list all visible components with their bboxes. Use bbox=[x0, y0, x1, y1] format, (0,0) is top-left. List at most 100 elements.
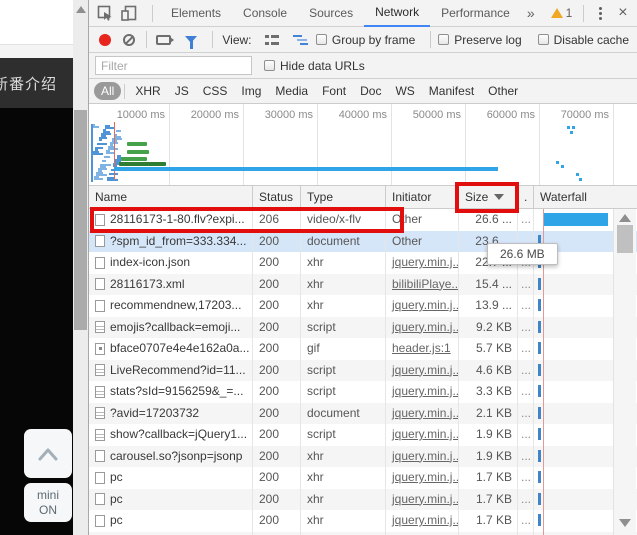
table-row[interactable]: pc 200 xhr jquery.min.j... 1.7 KB ... bbox=[89, 467, 637, 489]
table-row[interactable]: 28116173.xml 200 xhr bilibiliPlaye... 15… bbox=[89, 274, 637, 296]
file-icon bbox=[95, 321, 105, 333]
device-toolbar-icon[interactable] bbox=[121, 5, 137, 21]
request-initiator[interactable]: jquery.min.j... bbox=[386, 446, 459, 468]
request-initiator: Other bbox=[386, 231, 459, 253]
request-status: 200 bbox=[253, 231, 301, 253]
tab-performance[interactable]: Performance bbox=[430, 0, 521, 27]
column-header-initiator[interactable]: Initiator bbox=[386, 186, 459, 208]
column-header-name[interactable]: Name bbox=[89, 186, 253, 208]
type-filter-js[interactable]: JS bbox=[168, 82, 196, 100]
timeline-green-bar bbox=[119, 162, 166, 166]
table-row[interactable]: show?callback=jQuery1... 200 script jque… bbox=[89, 424, 637, 446]
type-filter-other[interactable]: Other bbox=[481, 82, 525, 100]
type-filter-ws[interactable]: WS bbox=[388, 82, 421, 100]
request-initiator[interactable]: jquery.min.j... bbox=[386, 403, 459, 425]
request-initiator[interactable]: jquery.min.j... bbox=[386, 317, 459, 339]
sort-desc-icon bbox=[494, 194, 504, 200]
request-initiator[interactable]: jquery.min.j... bbox=[386, 467, 459, 489]
request-initiator[interactable]: jquery.min.j... bbox=[386, 295, 459, 317]
record-icon[interactable] bbox=[99, 34, 111, 46]
type-filter-doc[interactable]: Doc bbox=[353, 82, 388, 100]
column-header-time[interactable]: . bbox=[518, 186, 534, 208]
inspect-element-icon[interactable] bbox=[97, 5, 113, 21]
mini-player-toggle[interactable]: mini ON bbox=[24, 483, 72, 522]
timeline-tick-label: 40000 ms bbox=[323, 109, 387, 121]
table-scrollbar[interactable] bbox=[613, 209, 636, 535]
group-by-frame-checkbox[interactable] bbox=[316, 34, 327, 45]
capture-screenshots-icon[interactable] bbox=[156, 35, 172, 45]
request-size: 2.1 KB bbox=[459, 403, 518, 425]
tab-sources[interactable]: Sources bbox=[298, 0, 364, 27]
page-scrollbar-thumb[interactable] bbox=[74, 110, 87, 330]
request-initiator[interactable]: jquery.min.j... bbox=[386, 360, 459, 382]
file-icon bbox=[95, 214, 105, 226]
clear-icon[interactable] bbox=[123, 34, 135, 46]
network-overview-timeline[interactable]: 10000 ms20000 ms30000 ms40000 ms50000 ms… bbox=[89, 104, 637, 186]
table-row[interactable]: carousel.so?jsonp=jsonp 200 xhr jquery.m… bbox=[89, 446, 637, 468]
table-scrollbar-thumb[interactable] bbox=[617, 225, 633, 253]
table-row[interactable]: LiveRecommend?id=11... 200 script jquery… bbox=[89, 360, 637, 382]
tab-elements[interactable]: Elements bbox=[160, 0, 232, 27]
request-size: 4.6 KB bbox=[459, 360, 518, 382]
file-icon bbox=[95, 472, 105, 484]
type-filter-css[interactable]: CSS bbox=[196, 82, 235, 100]
type-filter-all[interactable]: All bbox=[94, 82, 121, 100]
table-row[interactable]: bface0707e4e4e162a0a... 200 gif header.j… bbox=[89, 338, 637, 360]
type-filter-img[interactable]: Img bbox=[234, 82, 268, 100]
console-warning-badge[interactable]: 1 bbox=[547, 6, 577, 20]
column-header-size[interactable]: Size bbox=[459, 186, 518, 208]
timeline-request-mark bbox=[97, 143, 107, 145]
waterfall-tick bbox=[538, 342, 541, 354]
column-header-status[interactable]: Status bbox=[253, 186, 301, 208]
request-name: LiveRecommend?id=11... bbox=[110, 360, 246, 381]
tab-console[interactable]: Console bbox=[232, 0, 298, 27]
request-initiator[interactable]: jquery.min.j... bbox=[386, 532, 459, 535]
column-header-waterfall[interactable]: Waterfall bbox=[534, 186, 637, 208]
filter-input[interactable] bbox=[95, 56, 252, 75]
table-row[interactable]: 28116173-1-80.flv?expi... 206 video/x-fl… bbox=[89, 209, 637, 231]
scrollbar-up-arrow-icon[interactable] bbox=[76, 6, 86, 13]
page-scrollbar[interactable] bbox=[73, 0, 88, 535]
table-row[interactable]: pc 200 xhr jquery.min.j... 1.7 KB ... bbox=[89, 510, 637, 532]
waterfall-view-icon[interactable] bbox=[293, 34, 309, 46]
divider bbox=[212, 31, 213, 48]
column-header-type[interactable]: Type bbox=[301, 186, 386, 208]
type-filter-media[interactable]: Media bbox=[268, 82, 315, 100]
scrollbar-down-arrow-icon[interactable] bbox=[619, 519, 631, 527]
timeline-request-dot bbox=[570, 131, 573, 134]
list-view-icon[interactable] bbox=[265, 34, 280, 46]
request-initiator[interactable]: bilibiliPlaye... bbox=[386, 274, 459, 296]
request-status: 200 bbox=[253, 510, 301, 532]
close-icon[interactable]: × bbox=[610, 4, 635, 22]
hide-data-urls-checkbox[interactable] bbox=[264, 60, 275, 71]
request-initiator[interactable]: header.js:1 bbox=[386, 338, 459, 360]
tab-network[interactable]: Network bbox=[364, 0, 430, 27]
waterfall-tick bbox=[538, 385, 541, 397]
request-initiator[interactable]: jquery.min.j... bbox=[386, 252, 459, 274]
scrollbar-up-arrow-icon[interactable] bbox=[619, 214, 631, 222]
divider bbox=[583, 5, 584, 22]
table-row[interactable]: recommendnew,17203... 200 xhr jquery.min… bbox=[89, 295, 637, 317]
preserve-log-checkbox[interactable] bbox=[438, 34, 449, 45]
table-row[interactable]: ?avid=17203732 200 document jquery.min.j… bbox=[89, 403, 637, 425]
table-row[interactable]: emojis?callback=emoji... 200 script jque… bbox=[89, 317, 637, 339]
request-initiator[interactable]: jquery.min.j... bbox=[386, 381, 459, 403]
request-status: 200 bbox=[253, 338, 301, 360]
request-initiator[interactable]: jquery.min.j... bbox=[386, 489, 459, 511]
type-filter-font[interactable]: Font bbox=[315, 82, 353, 100]
request-initiator[interactable]: jquery.min.j... bbox=[386, 424, 459, 446]
scroll-to-top-button[interactable] bbox=[24, 429, 72, 478]
timeline-request-dot bbox=[576, 173, 579, 176]
timeline-request-dot bbox=[579, 178, 582, 181]
table-row[interactable]: pc 200 xhr jquery.min.j... 1.7 KB ... bbox=[89, 489, 637, 511]
disable-cache-checkbox[interactable] bbox=[538, 34, 549, 45]
type-filter-manifest[interactable]: Manifest bbox=[422, 82, 481, 100]
table-row[interactable]: stats?sId=9156259&_=... 200 script jquer… bbox=[89, 381, 637, 403]
type-filter-xhr[interactable]: XHR bbox=[128, 82, 167, 100]
devtools-menu-icon[interactable] bbox=[591, 7, 610, 20]
request-status: 200 bbox=[253, 467, 301, 489]
filter-funnel-icon[interactable] bbox=[185, 36, 197, 43]
table-row[interactable]: bg?f=0%&h=1608&wid... 200 xhr jquery.min… bbox=[89, 532, 637, 535]
request-initiator[interactable]: jquery.min.j... bbox=[386, 510, 459, 532]
more-tabs-icon[interactable]: » bbox=[521, 5, 541, 21]
